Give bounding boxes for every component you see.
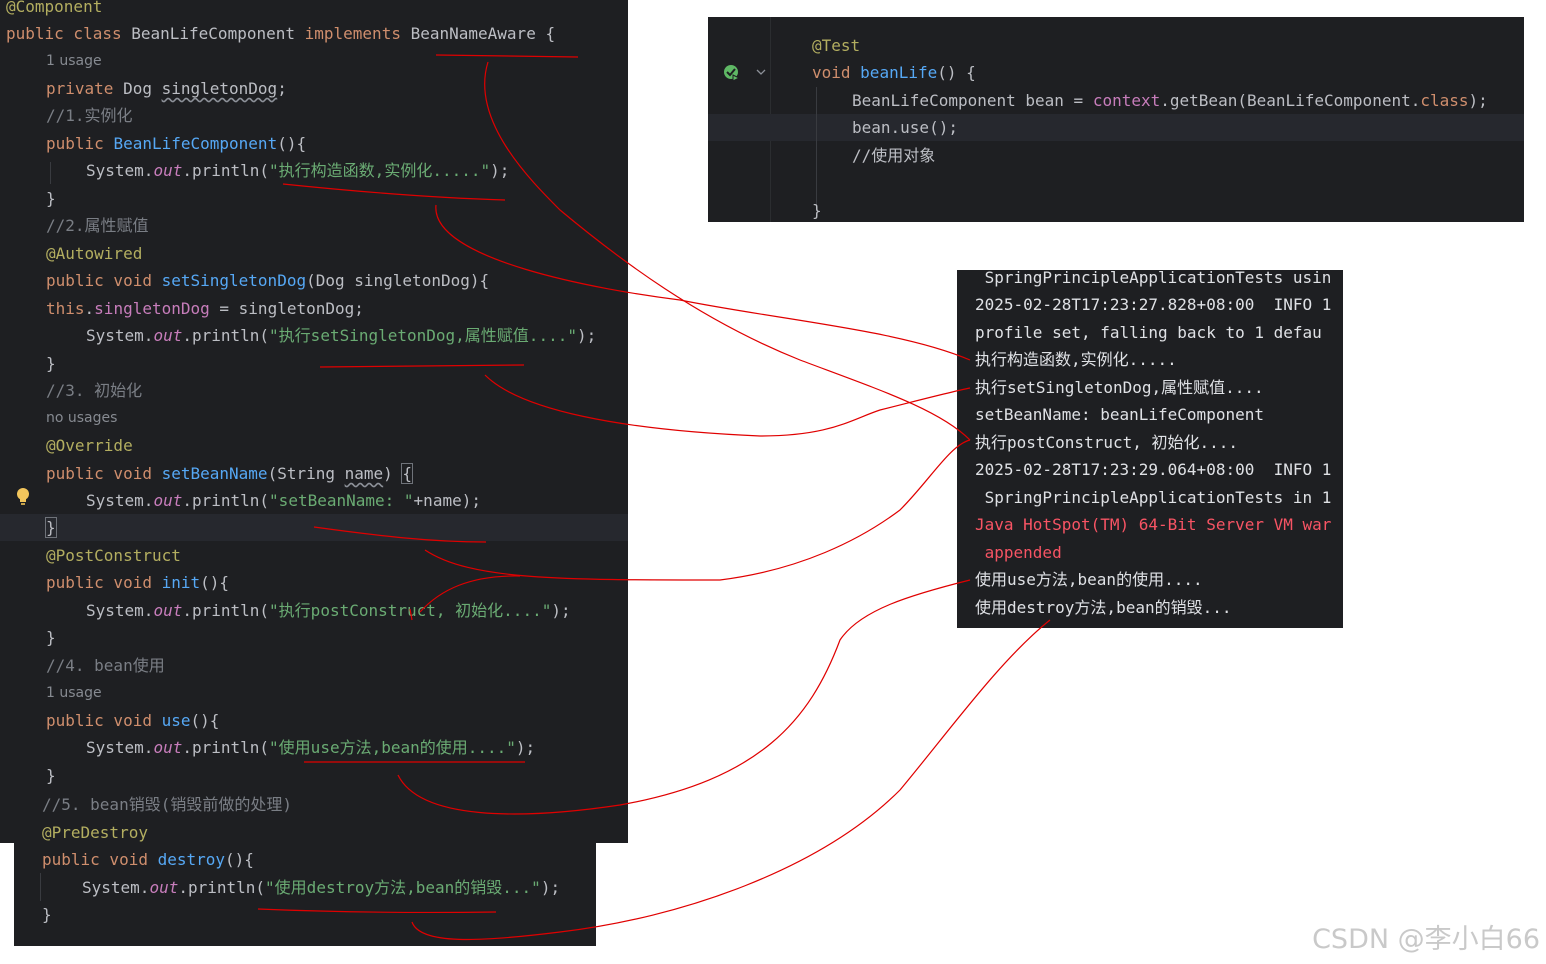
chevron-down-icon[interactable] bbox=[756, 67, 766, 77]
comment-line: //1.实例化 bbox=[46, 106, 133, 125]
test-line-4[interactable]: bean.use(); bbox=[852, 114, 958, 141]
code-line-31[interactable]: @PreDestroy bbox=[42, 819, 148, 843]
console-line: 执行构造函数,实例化..... bbox=[975, 350, 1177, 369]
code-line-29[interactable]: } bbox=[46, 762, 56, 789]
comment-line: //5. bean销毁(销毁前做的处理) bbox=[42, 795, 292, 814]
comment-line: //3. 初始化 bbox=[46, 381, 143, 400]
code-line-22[interactable]: public void init(){ bbox=[46, 569, 229, 596]
console-line: 使用use方法,bean的使用.... bbox=[975, 570, 1203, 589]
code-line-10[interactable]: @Autowired bbox=[46, 240, 142, 267]
console-line: 2025-02-28T17:23:27.828+08:00 INFO 1 bbox=[975, 295, 1332, 314]
code-line-14[interactable]: } bbox=[46, 350, 56, 377]
console-line: 执行postConstruct, 初始化.... bbox=[975, 433, 1239, 452]
code-line-1[interactable]: @Component bbox=[6, 0, 102, 20]
usage-hint[interactable]: 1 usage bbox=[46, 48, 102, 75]
code-line-6[interactable]: public BeanLifeComponent(){ bbox=[46, 130, 306, 157]
code-line-21[interactable]: @PostConstruct bbox=[46, 542, 181, 569]
test-comment: //使用对象 bbox=[852, 146, 936, 165]
test-editor[interactable]: @Test void beanLife() { BeanLifeComponen… bbox=[708, 17, 1524, 222]
lightbulb-icon[interactable] bbox=[16, 487, 30, 507]
usage-hint[interactable]: no usages bbox=[46, 405, 117, 432]
indent-guide bbox=[50, 162, 51, 184]
code-line-20[interactable]: } bbox=[45, 514, 57, 541]
comment-line: //4. bean使用 bbox=[46, 656, 165, 675]
usage-hint[interactable]: 1 usage bbox=[46, 680, 102, 707]
code-line-2[interactable]: public class BeanLifeComponent implement… bbox=[6, 20, 555, 47]
code-line-32[interactable]: public void destroy(){ bbox=[42, 846, 254, 873]
indent-guide bbox=[40, 873, 41, 901]
run-test-icon[interactable] bbox=[722, 63, 742, 83]
watermark: CSDN @李小白66 bbox=[1312, 924, 1540, 955]
console-line: 执行setSingletonDog,属性赋值.... bbox=[975, 378, 1264, 397]
code-line-13[interactable]: System.out.println("执行setSingletonDog,属性… bbox=[86, 322, 596, 349]
console-line: SpringPrincipleApplicationTests usin bbox=[975, 270, 1332, 287]
code-editor-continued[interactable]: public void destroy(){ System.out.printl… bbox=[14, 843, 596, 946]
console-warning-line: appended bbox=[975, 543, 1062, 562]
code-line-27[interactable]: public void use(){ bbox=[46, 707, 219, 734]
test-line-6[interactable]: } bbox=[812, 197, 822, 222]
current-line-highlight bbox=[708, 114, 1524, 141]
code-line-28[interactable]: System.out.println("使用use方法,bean的使用...."… bbox=[86, 734, 535, 761]
console-line: setBeanName: beanLifeComponent bbox=[975, 405, 1264, 424]
code-line-23[interactable]: System.out.println("执行postConstruct, 初始化… bbox=[86, 597, 571, 624]
code-line-11[interactable]: public void setSingletonDog(Dog singleto… bbox=[46, 267, 489, 294]
code-line-4[interactable]: private Dog singletonDog; bbox=[46, 75, 287, 102]
code-line-19[interactable]: System.out.println("setBeanName: "+name)… bbox=[86, 487, 481, 514]
console-warning-line: Java HotSpot(TM) 64-Bit Server VM war bbox=[975, 515, 1332, 534]
code-line-8[interactable]: } bbox=[46, 185, 56, 212]
code-line-33[interactable]: System.out.println("使用destroy方法,bean的销毁.… bbox=[82, 874, 560, 901]
indent-guide bbox=[816, 87, 817, 207]
code-line-18[interactable]: public void setBeanName(String name) { bbox=[46, 460, 414, 487]
code-line-12[interactable]: this.singletonDog = singletonDog; bbox=[46, 295, 364, 322]
comment-line: //2.属性赋值 bbox=[46, 216, 149, 235]
console-output[interactable]: SpringPrincipleApplicationTests usin 202… bbox=[957, 270, 1343, 628]
console-line: profile set, falling back to 1 defau bbox=[975, 323, 1322, 342]
code-editor[interactable]: @Component public class BeanLifeComponen… bbox=[0, 0, 628, 843]
code-line-34[interactable]: } bbox=[42, 901, 52, 928]
console-line: 2025-02-28T17:23:29.064+08:00 INFO 1 bbox=[975, 460, 1332, 479]
current-line-highlight bbox=[0, 514, 628, 541]
test-line-3[interactable]: BeanLifeComponent bean = context.getBean… bbox=[852, 87, 1488, 114]
code-line-7[interactable]: System.out.println("执行构造函数,实例化....."); bbox=[86, 157, 509, 184]
test-line-2[interactable]: void beanLife() { bbox=[812, 59, 976, 86]
test-line-1[interactable]: @Test bbox=[812, 32, 860, 59]
console-line: 使用destroy方法,bean的销毁... bbox=[975, 598, 1232, 617]
code-line-24[interactable]: } bbox=[46, 624, 56, 651]
console-line: SpringPrincipleApplicationTests in 1 bbox=[975, 488, 1332, 507]
code-line-17[interactable]: @Override bbox=[46, 432, 133, 459]
